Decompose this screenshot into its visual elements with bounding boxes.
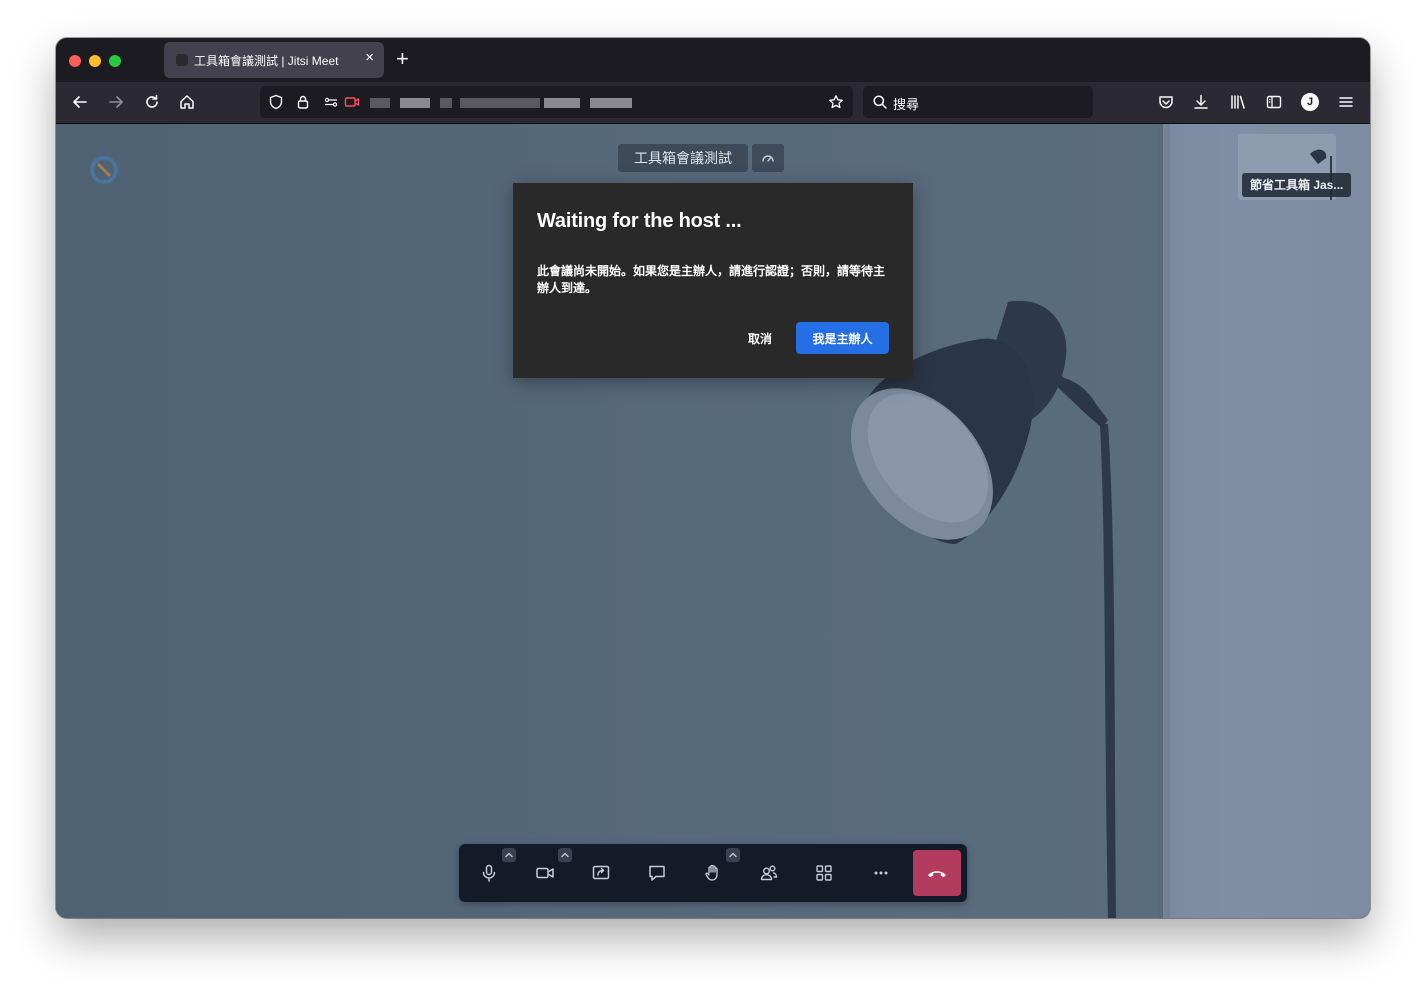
meeting-title: 工具箱會議測試: [618, 144, 748, 172]
camera-icon: [536, 867, 554, 879]
tab-close-button[interactable]: ×: [365, 49, 374, 66]
url-text-redacted: [544, 98, 580, 108]
zoom-window-button[interactable]: [109, 55, 121, 67]
participants-icon: [760, 865, 778, 881]
conference-toolbar: [459, 844, 967, 902]
camera-button[interactable]: [529, 857, 561, 889]
i-am-host-button[interactable]: 我是主辦人: [796, 322, 889, 354]
tracking-protection-shield-icon[interactable]: [268, 94, 284, 110]
jitsi-meet-page: 工具箱會議測試 節省工具箱 Jas... Waiting for the hos…: [56, 124, 1370, 918]
tab-favicon-icon: [176, 54, 188, 66]
downloads-button[interactable]: [1190, 91, 1212, 113]
forward-button[interactable]: [105, 91, 127, 113]
browser-window: 工具箱會議測試 | Jitsi Meet × + 搜尋 J 工具箱會議測試 節省…: [56, 38, 1370, 918]
hangup-icon: [928, 871, 946, 878]
home-button[interactable]: [176, 91, 198, 113]
reactions-options-caret[interactable]: [726, 848, 740, 862]
library-icon: [1231, 95, 1245, 109]
tab-strip: 工具箱會議測試 | Jitsi Meet × +: [56, 38, 1370, 82]
bookmark-star-icon[interactable]: [828, 94, 844, 110]
tab-jitsi-meet[interactable]: 工具箱會議測試 | Jitsi Meet ×: [164, 42, 384, 78]
dialog-title: Waiting for the host ...: [537, 210, 742, 232]
participants-button[interactable]: [753, 857, 785, 889]
more-actions-button[interactable]: [865, 857, 897, 889]
raise-hand-icon: [705, 864, 718, 881]
tile-view-button[interactable]: [808, 857, 840, 889]
url-text-redacted: [590, 98, 632, 108]
tile-view-icon: [816, 865, 832, 881]
speed-gauge-icon: [762, 155, 774, 162]
navigation-bar: 搜尋 J: [56, 82, 1370, 124]
search-placeholder: 搜尋: [893, 97, 920, 112]
camera-options-caret[interactable]: [558, 848, 572, 862]
minimize-window-button[interactable]: [89, 55, 101, 67]
library-button[interactable]: [1227, 91, 1249, 113]
close-window-button[interactable]: [69, 55, 81, 67]
url-text-redacted: [370, 98, 390, 108]
url-bar[interactable]: [260, 86, 853, 118]
search-icon: [873, 95, 887, 109]
lock-icon[interactable]: [295, 94, 311, 110]
url-text-redacted: [400, 98, 430, 108]
microphone-button[interactable]: [473, 857, 505, 889]
home-icon: [180, 95, 194, 109]
hamburger-menu-icon: [1339, 97, 1353, 107]
tab-title: 工具箱會議測試 | Jitsi Meet: [194, 54, 339, 68]
reload-button[interactable]: [141, 91, 163, 113]
microphone-icon: [482, 864, 496, 882]
chat-icon: [649, 865, 665, 881]
sidebar-icon: [1266, 95, 1282, 109]
download-icon: [1194, 94, 1208, 109]
search-box[interactable]: 搜尋: [863, 86, 1093, 118]
chat-button[interactable]: [641, 857, 673, 889]
screen-share-button[interactable]: [585, 857, 617, 889]
back-arrow-icon: [73, 96, 87, 108]
screen-share-icon: [592, 865, 610, 880]
raise-hand-button[interactable]: [697, 857, 729, 889]
back-button[interactable]: [69, 91, 91, 113]
hangup-button[interactable]: [913, 850, 961, 896]
app-menu-button[interactable]: [1335, 91, 1357, 113]
waiting-for-host-dialog: Waiting for the host ... 此會議尚未開始。如果您是主辦人…: [513, 183, 913, 378]
forward-arrow-icon: [109, 96, 123, 108]
url-text-redacted: [460, 98, 540, 108]
new-tab-button[interactable]: +: [396, 47, 409, 71]
permissions-icon[interactable]: [323, 94, 339, 110]
cancel-button[interactable]: 取消: [737, 322, 783, 354]
jitsi-logo-icon[interactable]: [88, 154, 120, 186]
chevron-up-icon: [505, 852, 513, 858]
url-text-redacted: [440, 98, 452, 108]
account-avatar[interactable]: J: [1301, 93, 1319, 111]
connection-quality-button[interactable]: [752, 144, 784, 172]
sidebar-toggle-button[interactable]: [1263, 91, 1285, 113]
pocket-button[interactable]: [1155, 91, 1177, 113]
microphone-options-caret[interactable]: [502, 848, 516, 862]
chevron-up-icon: [729, 852, 737, 858]
reload-icon: [146, 94, 158, 108]
pocket-icon: [1159, 96, 1173, 109]
more-icon: [874, 871, 888, 875]
chevron-up-icon: [561, 852, 569, 858]
camera-in-use-icon[interactable]: [344, 94, 360, 110]
participant-display-name: 節省工具箱 Jas...: [1242, 173, 1352, 197]
dialog-message: 此會議尚未開始。如果您是主辦人，請進行認證；否則，請等待主辦人到達。: [537, 264, 886, 295]
